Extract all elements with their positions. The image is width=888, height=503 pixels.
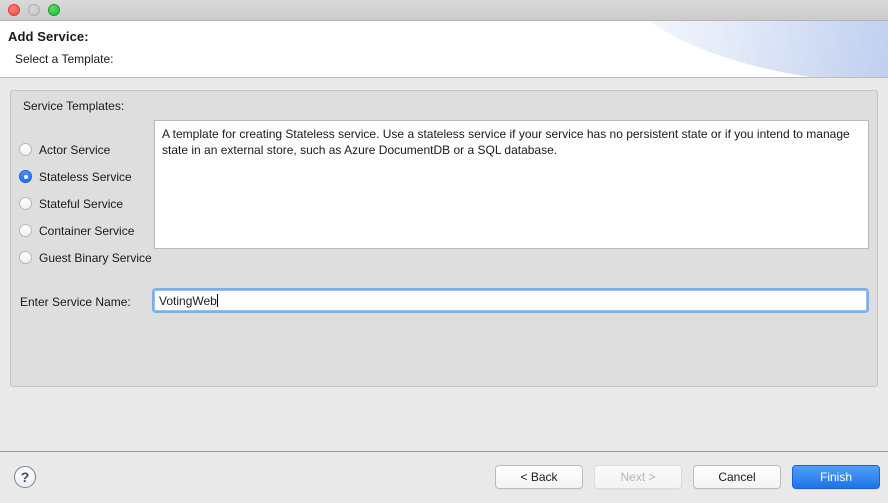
add-service-dialog: Add Service: Select a Template: Service … xyxy=(0,0,888,503)
back-button[interactable]: < Back xyxy=(495,465,583,489)
radio-option-label: Guest Binary Service xyxy=(39,250,152,265)
radio-option-label: Actor Service xyxy=(39,142,111,157)
cancel-button[interactable]: Cancel xyxy=(693,465,781,489)
radio-icon xyxy=(19,197,32,210)
radio-icon xyxy=(19,224,32,237)
minimize-window-button[interactable] xyxy=(28,4,40,16)
radio-icon-selected xyxy=(19,170,32,183)
header-swoosh-decoration xyxy=(598,21,888,77)
maximize-window-button[interactable] xyxy=(48,4,60,16)
dialog-footer: ? < Back Next > Cancel Finish xyxy=(0,451,888,503)
service-name-label: Enter Service Name: xyxy=(20,295,131,309)
window-controls xyxy=(8,4,60,16)
next-button: Next > xyxy=(594,465,682,489)
radio-icon xyxy=(19,251,32,264)
radio-option-guest-binary-service[interactable]: Guest Binary Service xyxy=(19,244,159,271)
service-name-input[interactable]: VotingWeb xyxy=(154,290,867,311)
radio-option-label: Container Service xyxy=(39,223,135,238)
dialog-header: Add Service: Select a Template: xyxy=(0,21,888,78)
page-title: Add Service: xyxy=(8,29,89,44)
radio-icon xyxy=(19,143,32,156)
radio-option-label: Stateful Service xyxy=(39,196,124,211)
service-name-field-focus-ring: VotingWeb xyxy=(152,288,869,313)
radio-option-stateful-service[interactable]: Stateful Service xyxy=(19,190,159,217)
page-subtitle: Select a Template: xyxy=(15,52,114,66)
radio-option-container-service[interactable]: Container Service xyxy=(19,217,159,244)
service-templates-panel: Service Templates: Actor Service Statele… xyxy=(10,90,878,387)
radio-option-actor-service[interactable]: Actor Service xyxy=(19,136,159,163)
template-description-text: A template for creating Stateless servic… xyxy=(162,127,850,157)
service-name-value: VotingWeb xyxy=(159,293,217,308)
radio-option-label: Stateless Service xyxy=(39,169,132,184)
template-description-box: A template for creating Stateless servic… xyxy=(154,120,869,249)
footer-button-row: < Back Next > Cancel Finish xyxy=(495,465,880,489)
close-window-button[interactable] xyxy=(8,4,20,16)
service-templates-label: Service Templates: xyxy=(23,99,125,113)
finish-button[interactable]: Finish xyxy=(792,465,880,489)
dialog-body: Service Templates: Actor Service Statele… xyxy=(0,78,888,451)
template-radio-group: Actor Service Stateless Service Stateful… xyxy=(19,136,159,271)
title-bar xyxy=(0,0,888,21)
service-name-row: Enter Service Name: VotingWeb xyxy=(11,288,879,318)
help-icon[interactable]: ? xyxy=(14,466,36,488)
radio-option-stateless-service[interactable]: Stateless Service xyxy=(19,163,159,190)
